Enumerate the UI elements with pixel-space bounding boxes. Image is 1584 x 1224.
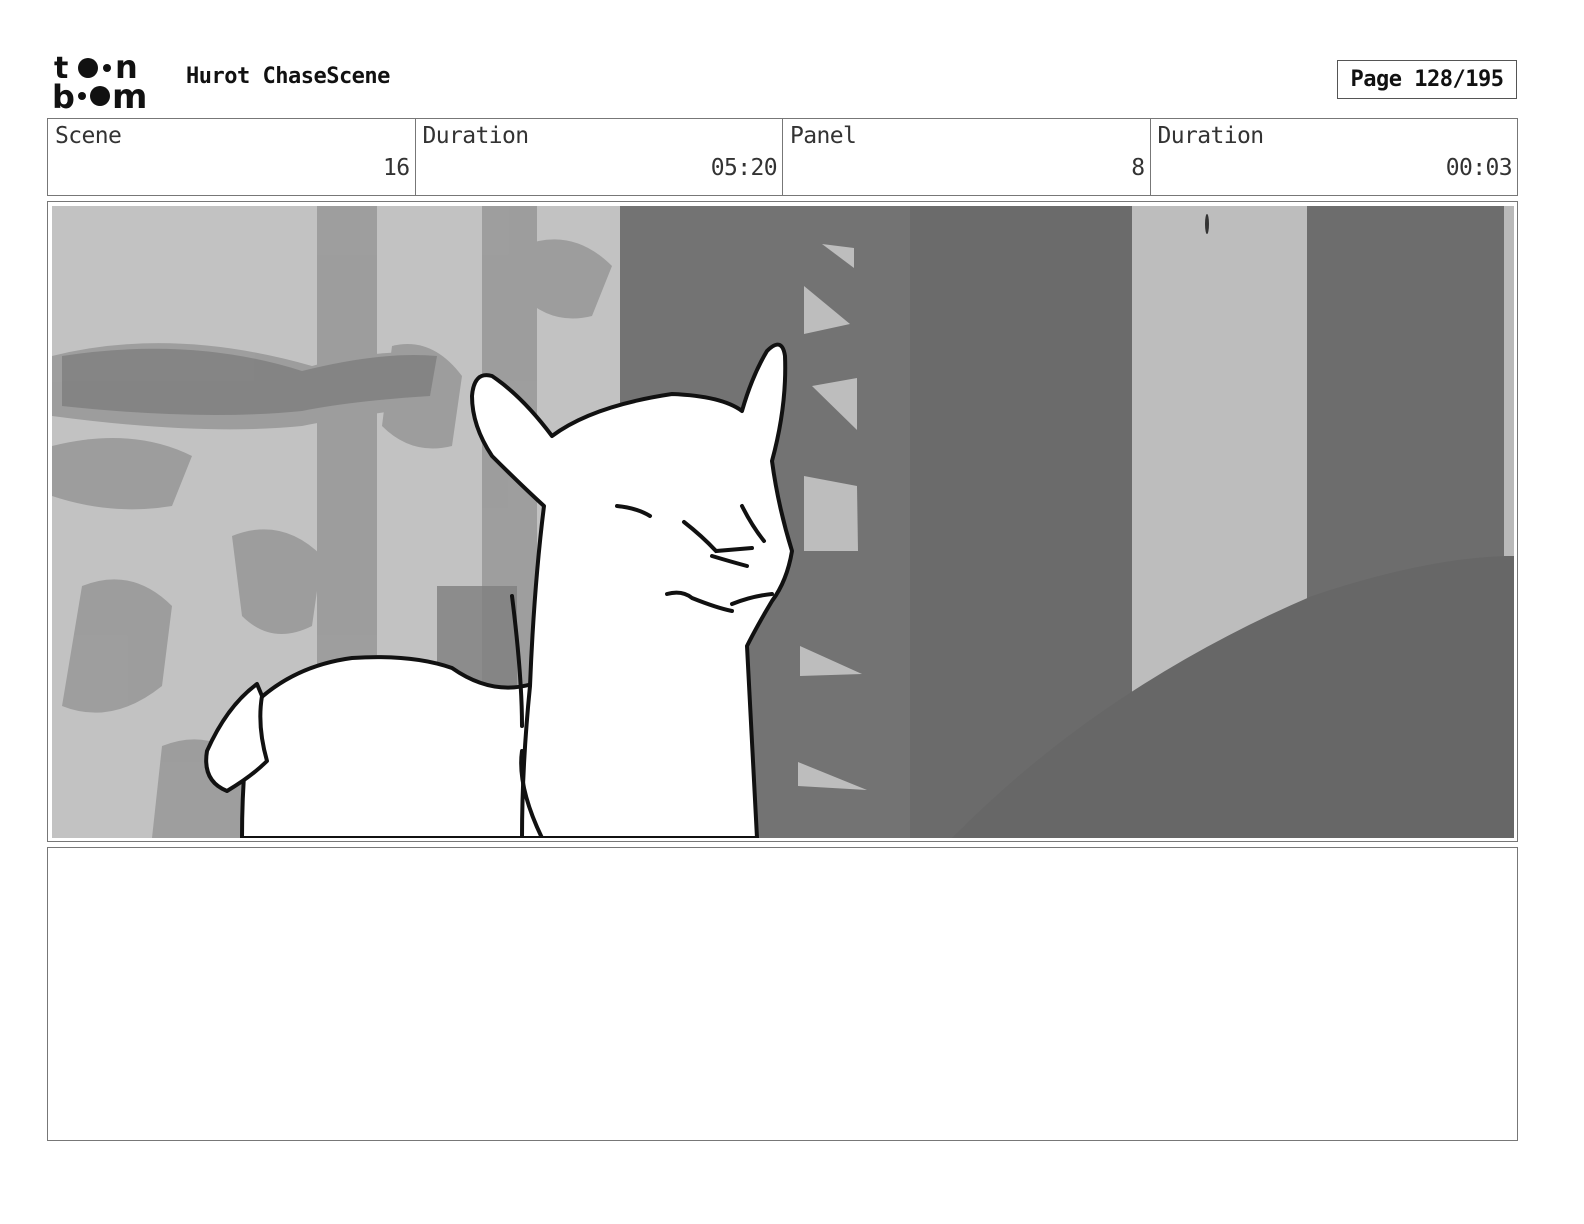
svg-text:m: m: [112, 77, 147, 112]
panel-value: 8: [1131, 155, 1145, 181]
toon-boom-logo: t n b m: [52, 52, 147, 112]
scene-label: Scene: [55, 123, 122, 149]
scene-duration-value: 05:20: [710, 155, 778, 181]
scene-info-table: Scene 16 Duration 05:20 Panel 8 Duration…: [47, 118, 1518, 196]
panel-label: Panel: [790, 123, 857, 149]
scene-cell: Scene 16: [48, 119, 416, 195]
panel-notes-box[interactable]: [47, 847, 1518, 1141]
scene-duration-cell: Duration 05:20: [416, 119, 783, 195]
panel-duration-value: 00:03: [1445, 155, 1513, 181]
storyboard-panel-image: [52, 206, 1514, 838]
panel-cell: Panel 8: [783, 119, 1151, 195]
page-number: Page 128/195: [1337, 60, 1517, 99]
project-title: Hurot ChaseScene: [186, 64, 390, 89]
scene-value: 16: [383, 155, 410, 181]
svg-text:b: b: [52, 78, 75, 112]
panel-duration-label: Duration: [1157, 123, 1265, 149]
panel-duration-cell: Duration 00:03: [1151, 119, 1518, 195]
scene-duration-label: Duration: [422, 123, 530, 149]
